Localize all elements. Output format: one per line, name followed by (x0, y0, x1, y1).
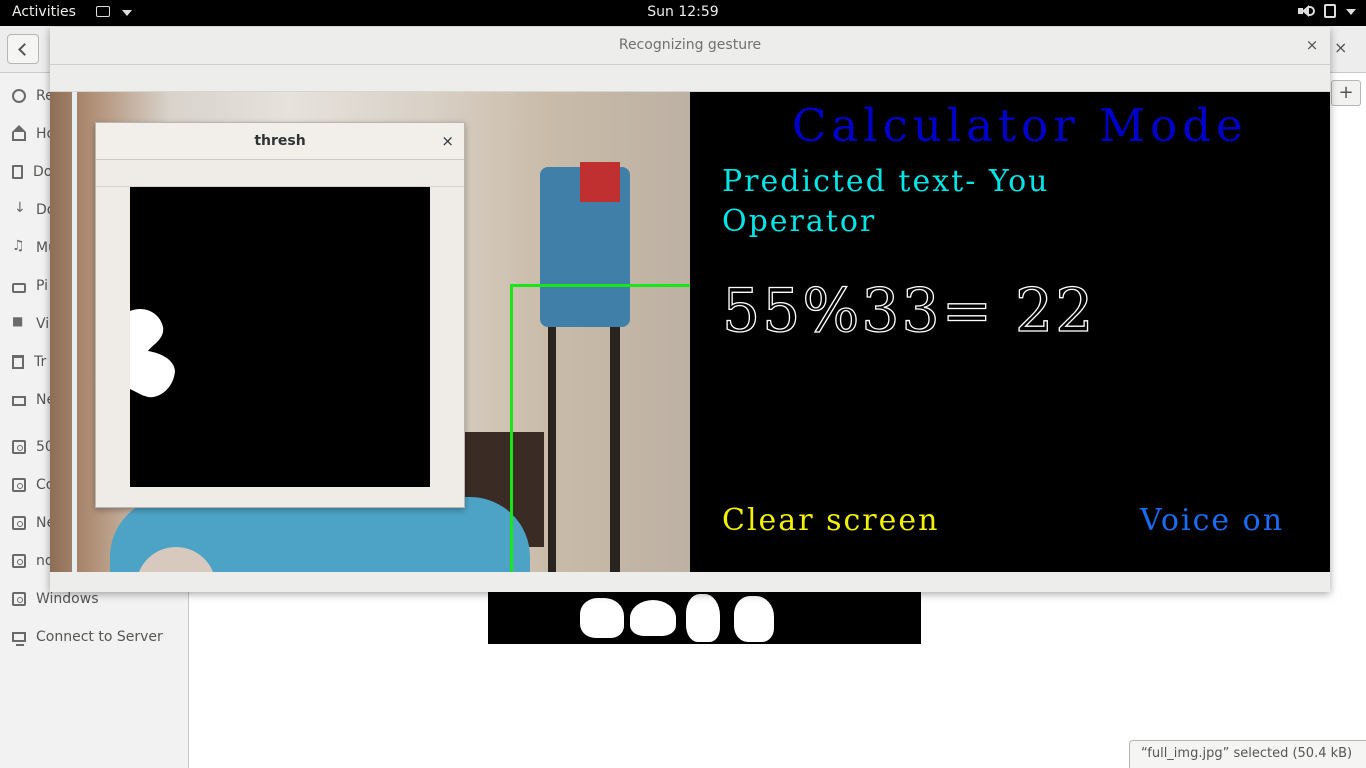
operator-label: Operator (722, 204, 877, 239)
clock[interactable]: Sun 12:59 (647, 4, 718, 20)
window-toolbar (50, 65, 1330, 92)
system-menu-caret-icon[interactable] (1346, 9, 1356, 15)
close-button[interactable]: × (441, 133, 454, 149)
hand-mask (130, 308, 175, 398)
image-preview[interactable] (488, 592, 921, 644)
system-tray[interactable] (1298, 4, 1356, 18)
window-toolbar (96, 160, 464, 187)
music-icon (12, 238, 26, 255)
new-tab-button[interactable]: + (1331, 80, 1361, 106)
sidebar-item-label: Tr (34, 354, 47, 370)
hanging-cloth-red (580, 162, 620, 202)
server-icon (12, 632, 26, 646)
drive-icon (12, 478, 26, 492)
power-icon[interactable] (1324, 4, 1336, 18)
expression-result: 55%33= 22 (721, 275, 1096, 346)
status-overlay: “full_img.jpg” selected (50.4 kB) (1129, 740, 1366, 768)
app-menu-icon[interactable] (96, 6, 110, 17)
calculator-mode-title: Calculator Mode (792, 99, 1248, 152)
hand-shape (734, 596, 774, 642)
app-menu-caret-icon[interactable] (122, 10, 132, 16)
drive-icon (12, 554, 26, 568)
volume-icon[interactable] (1298, 4, 1315, 18)
window-title[interactable]: thresh (96, 123, 464, 160)
roi-rectangle (510, 284, 690, 572)
recent-icon (12, 89, 26, 103)
calculator-panel: Calculator Mode Predicted text- You Oper… (690, 92, 1330, 572)
drive-icon (12, 516, 26, 530)
downloads-icon (12, 200, 26, 217)
home-icon (12, 125, 26, 141)
clear-screen-label: Clear screen (722, 503, 940, 538)
back-button[interactable] (7, 34, 39, 64)
top-bar: Activities Sun 12:59 (0, 0, 1366, 26)
files-close-button[interactable]: × (1334, 38, 1347, 57)
drive-icon (12, 592, 26, 606)
pictures-icon (12, 282, 26, 293)
threshold-image (130, 187, 430, 487)
network-icon (12, 396, 26, 406)
sidebar-item-label: Vi (36, 316, 50, 332)
thresh-window: thresh × (95, 122, 465, 508)
close-button[interactable]: × (1304, 37, 1320, 53)
sidebar-item-connect-to-server[interactable]: Connect to Server (0, 620, 188, 654)
activities-button[interactable]: Activities (12, 4, 76, 20)
documents-icon (12, 165, 23, 179)
sidebar-item-label: Windows (36, 591, 99, 607)
trash-icon (12, 355, 24, 369)
sidebar-item-label: Pi (36, 278, 49, 294)
predicted-text: Predicted text- You (722, 164, 1050, 199)
hand-shape (630, 600, 676, 636)
hand-shape (686, 594, 720, 642)
window-title[interactable]: Recognizing gesture (50, 27, 1330, 65)
videos-icon (12, 314, 26, 331)
hand-shape (580, 598, 624, 638)
sidebar-item-label: Connect to Server (36, 629, 163, 645)
light-reflection (72, 92, 77, 572)
voice-status: Voice on (1140, 503, 1285, 538)
drive-icon (12, 440, 26, 454)
